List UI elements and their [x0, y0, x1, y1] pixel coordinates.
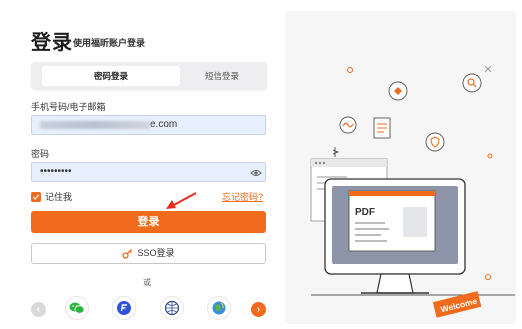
tool-icon	[388, 81, 408, 101]
sso-login-button[interactable]: SSO登录	[31, 243, 266, 264]
eye-icon[interactable]	[250, 167, 262, 179]
shield-icon	[425, 132, 445, 152]
search-icon	[462, 73, 482, 93]
wechat-icon[interactable]	[65, 296, 89, 320]
remember-me[interactable]: 记住我	[31, 190, 72, 203]
tab-password-login[interactable]: 密码登录	[42, 66, 180, 86]
tab-sms-login[interactable]: 短信登录	[182, 66, 262, 86]
network-icon[interactable]	[160, 296, 184, 320]
foxit-icon[interactable]	[112, 296, 136, 320]
blurred-account-text	[40, 121, 150, 129]
password-value: •••••••••	[40, 166, 72, 177]
account-value-suffix: e.com	[150, 119, 178, 130]
pointer-arrow-icon	[166, 192, 197, 209]
page-title: 登录	[31, 32, 73, 54]
pdf-label: PDF	[355, 207, 375, 218]
password-input[interactable]: •••••••••	[31, 162, 266, 182]
login-button[interactable]: 登录	[31, 211, 266, 233]
computer-illustration: PDF Welcome	[310, 65, 515, 318]
pdf-window: PDF	[348, 190, 436, 252]
login-tabs: 密码登录 短信登录	[31, 62, 267, 90]
check-icon	[32, 193, 40, 200]
sign-icon	[339, 116, 357, 134]
globe-icon[interactable]	[207, 296, 231, 320]
pdf-document-icon	[373, 117, 391, 139]
account-input[interactable]: e.com	[31, 115, 266, 135]
password-label: 密码	[31, 149, 50, 159]
sso-login-label: SSO登录	[137, 248, 175, 258]
remember-checkbox[interactable]	[31, 191, 41, 202]
divider-text: 或	[143, 278, 151, 287]
key-icon	[122, 249, 133, 259]
page-subtitle: 使用福昕账户登录	[73, 38, 146, 48]
forgot-password-link[interactable]: 忘记密码?	[222, 190, 263, 203]
left-arrow-icon[interactable]: ‹	[31, 302, 46, 317]
account-label: 手机号码/电子邮箱	[31, 102, 106, 112]
remember-label: 记住我	[45, 192, 73, 202]
illustration-panel: PDF Welcome	[285, 11, 516, 324]
right-arrow-icon[interactable]: ›	[251, 302, 266, 317]
